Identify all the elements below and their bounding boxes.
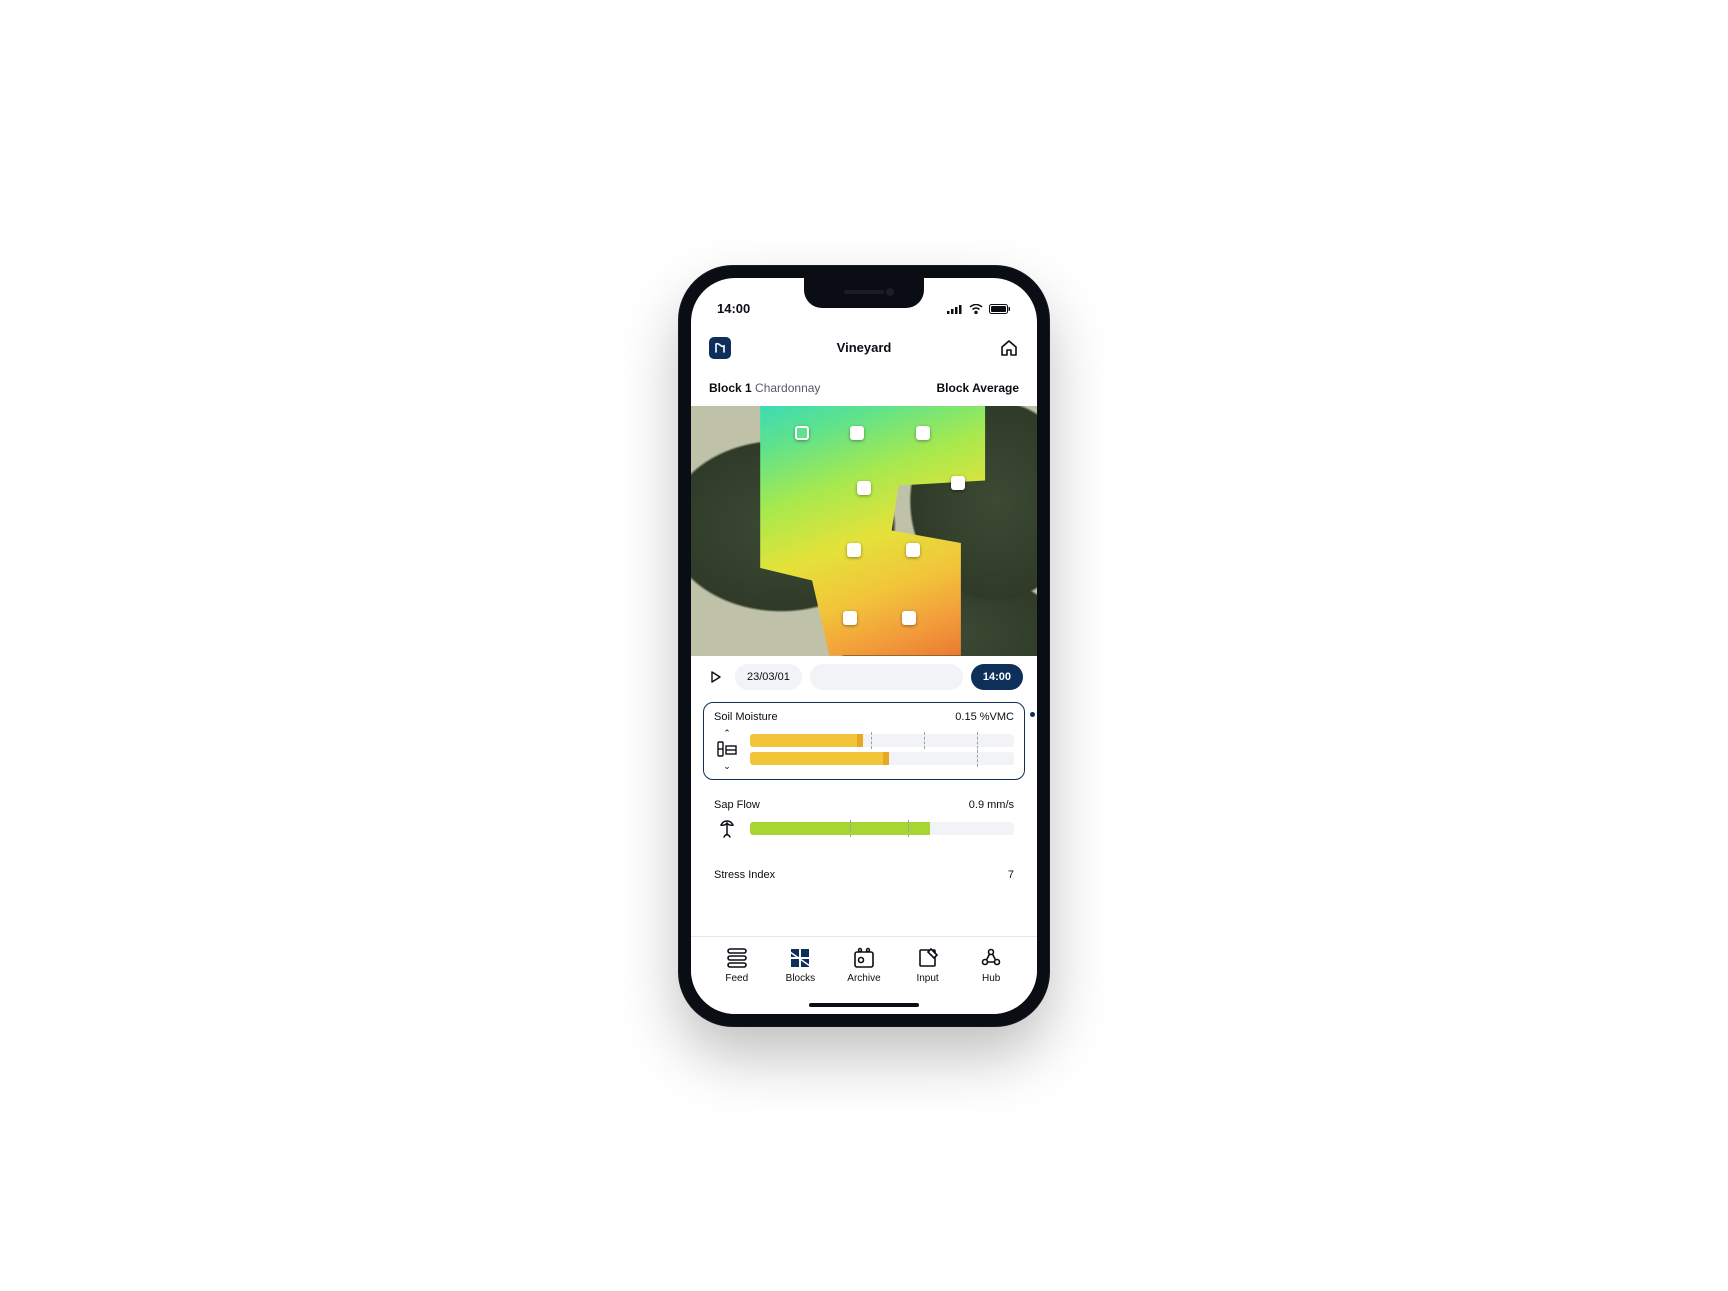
signal-icon bbox=[947, 304, 963, 314]
play-icon bbox=[709, 670, 723, 684]
timeline-scrubber[interactable] bbox=[810, 664, 963, 690]
logo-icon bbox=[713, 341, 727, 355]
block-prefix: Block 1 bbox=[709, 381, 752, 395]
nav-label: Archive bbox=[847, 973, 880, 984]
play-button[interactable] bbox=[705, 670, 727, 684]
nav-label: Hub bbox=[982, 973, 1000, 984]
page-title: Vineyard bbox=[837, 340, 892, 355]
block-selector[interactable]: Block 1 Chardonnay bbox=[709, 381, 820, 395]
map-area[interactable] bbox=[691, 406, 1037, 656]
nav-item-input[interactable]: Input bbox=[900, 947, 956, 984]
hub-icon bbox=[979, 947, 1003, 969]
input-icon bbox=[916, 947, 940, 969]
metric-bar bbox=[750, 734, 1014, 747]
caret-down-icon[interactable]: ⌄ bbox=[723, 762, 731, 771]
sensor-marker[interactable] bbox=[795, 426, 809, 440]
status-icons bbox=[947, 304, 1011, 314]
metric-card[interactable]: Sap Flow 0.9 mm/s bbox=[703, 790, 1025, 850]
metric-value: 0.9 mm/s bbox=[969, 799, 1014, 811]
phone-screen: 14:00 Vineyard Block 1 Chardonnay Block bbox=[691, 278, 1037, 1014]
metric-value: 0.15 %VMC bbox=[955, 711, 1014, 723]
nav-label: Input bbox=[916, 973, 938, 984]
sap-flow-icon bbox=[715, 817, 739, 841]
sensor-marker[interactable] bbox=[902, 611, 916, 625]
metric-title: Stress Index bbox=[714, 869, 775, 881]
metric-bar bbox=[750, 822, 1014, 835]
phone-frame: 14:00 Vineyard Block 1 Chardonnay Block bbox=[679, 266, 1049, 1026]
block-average-selector[interactable]: Block Average bbox=[937, 381, 1019, 395]
metric-bar bbox=[750, 752, 1014, 765]
metric-icon: ⌃⌄ bbox=[714, 729, 740, 771]
home-button[interactable] bbox=[997, 338, 1019, 358]
metric-icon bbox=[714, 817, 740, 841]
nav-item-feed[interactable]: Feed bbox=[709, 947, 765, 984]
nav-label: Blocks bbox=[786, 973, 815, 984]
timeline-row: 23/03/01 14:00 bbox=[691, 656, 1037, 698]
block-suffix: Chardonnay bbox=[755, 381, 820, 395]
sensor-marker[interactable] bbox=[857, 481, 871, 495]
metric-title: Soil Moisture bbox=[714, 711, 778, 723]
sensor-marker[interactable] bbox=[843, 611, 857, 625]
sensor-marker[interactable] bbox=[951, 476, 965, 490]
wifi-icon bbox=[969, 304, 983, 314]
phone-notch bbox=[804, 278, 924, 308]
nav-item-blocks[interactable]: Blocks bbox=[772, 947, 828, 984]
nav-label: Feed bbox=[725, 973, 748, 984]
nav-item-hub[interactable]: Hub bbox=[963, 947, 1019, 984]
metric-title: Sap Flow bbox=[714, 799, 760, 811]
time-pill[interactable]: 14:00 bbox=[971, 664, 1023, 690]
nav-item-archive[interactable]: Archive bbox=[836, 947, 892, 984]
app-header: Vineyard bbox=[691, 326, 1037, 370]
page-indicator-dot bbox=[1030, 712, 1035, 717]
status-time: 14:00 bbox=[717, 301, 750, 316]
sensor-marker[interactable] bbox=[916, 426, 930, 440]
metric-value: 7 bbox=[1008, 869, 1014, 881]
archive-icon bbox=[852, 947, 876, 969]
sensor-marker[interactable] bbox=[906, 543, 920, 557]
home-indicator bbox=[809, 1003, 919, 1007]
sensor-marker[interactable] bbox=[850, 426, 864, 440]
sensor-marker[interactable] bbox=[847, 543, 861, 557]
feed-icon bbox=[725, 947, 749, 969]
battery-icon bbox=[989, 304, 1011, 314]
heatmap-overlay bbox=[691, 406, 1037, 656]
app-logo[interactable] bbox=[709, 337, 731, 359]
metric-card[interactable]: Soil Moisture0.15 %VMC⌃⌄ bbox=[703, 702, 1025, 780]
sub-header: Block 1 Chardonnay Block Average bbox=[691, 370, 1037, 406]
metrics-panel: Soil Moisture0.15 %VMC⌃⌄Sap Flow0.9 mm/s… bbox=[691, 698, 1037, 936]
blocks-icon bbox=[788, 947, 812, 969]
date-pill[interactable]: 23/03/01 bbox=[735, 664, 802, 690]
caret-up-icon[interactable]: ⌃ bbox=[723, 729, 731, 738]
soil-probe-icon bbox=[715, 738, 739, 762]
metric-card[interactable]: Stress Index 7 bbox=[703, 860, 1025, 896]
home-icon bbox=[999, 338, 1019, 358]
